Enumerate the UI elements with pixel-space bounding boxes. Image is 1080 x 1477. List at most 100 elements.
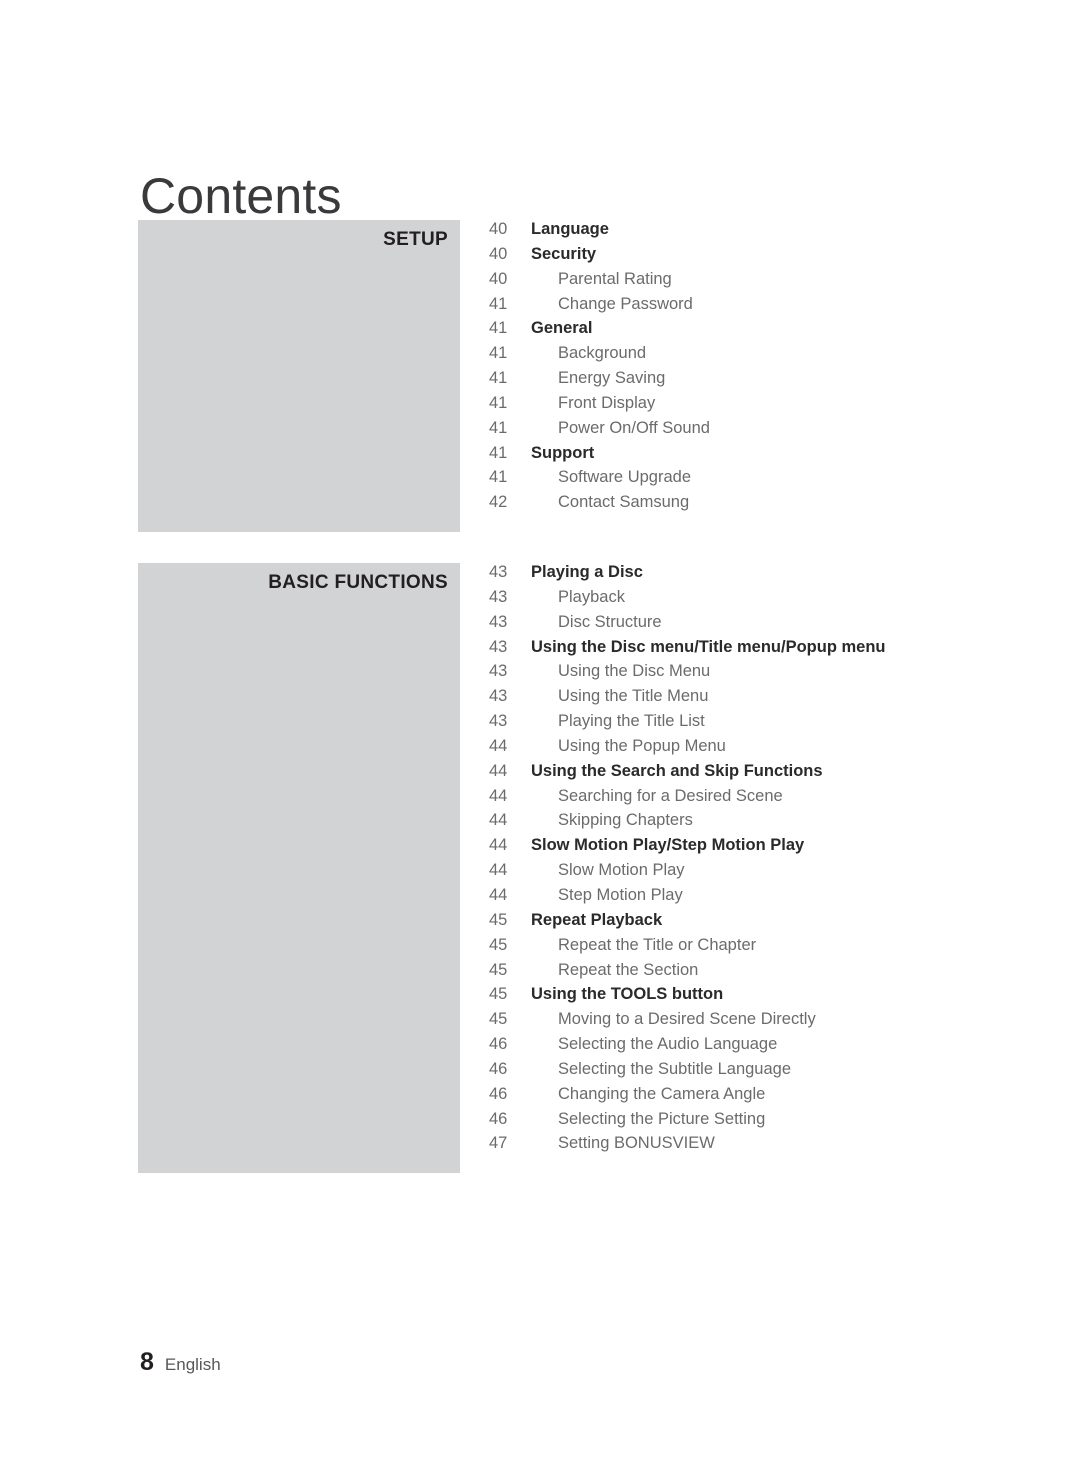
toc-entry-title: Selecting the Picture Setting <box>558 1109 766 1128</box>
toc-entry[interactable]: 46 Changing the Camera Angle <box>489 1085 1079 1110</box>
toc-entry[interactable]: 46 Selecting the Picture Setting <box>489 1110 1079 1135</box>
toc-entry-title: Power On/Off Sound <box>558 418 710 437</box>
footer-language-label: English <box>164 1355 221 1374</box>
toc-entry-page-number: 41 <box>489 294 508 313</box>
toc-entry-title: Using the Title Menu <box>558 687 709 706</box>
toc-entry-title: Setting BONUSVIEW <box>558 1134 715 1153</box>
toc-entry[interactable]: 44 Using the Search and Skip Functions <box>489 762 1079 787</box>
toc-entry-page-number: 43 <box>489 662 508 681</box>
toc-entry-page-number: 40 <box>489 244 508 263</box>
toc-entry-page-number: 41 <box>489 344 508 363</box>
toc-entry[interactable]: 47 Setting BONUSVIEW <box>489 1134 1079 1159</box>
toc-entry[interactable]: 40 Language <box>489 220 1079 245</box>
toc-entry[interactable]: 44 Slow Motion Play/Step Motion Play <box>489 836 1079 861</box>
toc-entry-title: General <box>531 319 593 338</box>
toc-entry-page-number: 43 <box>489 687 508 706</box>
toc-entry-title: Moving to a Desired Scene Directly <box>558 1010 816 1029</box>
toc-entry-title: Using the Popup Menu <box>558 736 726 755</box>
toc-entry[interactable]: 41 Support <box>489 444 1079 469</box>
toc-entry[interactable]: 41 Power On/Off Sound <box>489 419 1079 444</box>
toc-entry-title: Repeat the Section <box>558 960 699 979</box>
toc-entry[interactable]: 40 Security <box>489 245 1079 270</box>
toc-entry-title: Using the Disc Menu <box>558 662 711 681</box>
toc-section: BASIC FUNCTIONS 43 Playing a Disc 43 Playbac… <box>138 563 1080 1173</box>
toc-entry-page-number: 44 <box>489 736 508 755</box>
toc-entry-list: 40 Language 40 Security 40 Parental Rating 41 C… <box>489 220 1079 518</box>
toc-entry-page-number: 46 <box>489 1059 508 1078</box>
toc-entry-title: Change Password <box>558 294 693 313</box>
toc-entry[interactable]: 46 Selecting the Subtitle Language <box>489 1060 1079 1085</box>
toc-entry-title: Skipping Chapters <box>558 811 693 830</box>
toc-entry-title: Language <box>531 220 609 238</box>
toc-entry[interactable]: 40 Parental Rating <box>489 270 1079 295</box>
toc-section-band: BASIC FUNCTIONS <box>138 563 460 1173</box>
toc-entry[interactable]: 44 Step Motion Play <box>489 886 1079 911</box>
toc-entry-list: 43 Playing a Disc 43 Playback 43 Disc Structu… <box>489 563 1079 1159</box>
toc-entry-title: Software Upgrade <box>558 468 691 487</box>
toc-entry-page-number: 41 <box>489 393 508 412</box>
toc-entry-title: Playing the Title List <box>558 712 705 731</box>
toc-entry[interactable]: 44 Slow Motion Play <box>489 861 1079 886</box>
toc-entry[interactable]: 41 Front Display <box>489 394 1079 419</box>
toc-entry[interactable]: 45 Using the TOOLS button <box>489 985 1079 1010</box>
toc-entry-page-number: 47 <box>489 1134 508 1153</box>
toc-entry[interactable]: 41 Change Password <box>489 295 1079 320</box>
toc-entry[interactable]: 43 Using the Disc menu/Title menu/Popup m… <box>489 638 1079 663</box>
toc-entry[interactable]: 41 Energy Saving <box>489 369 1079 394</box>
toc-entry-title: Searching for a Desired Scene <box>558 786 783 805</box>
toc-entry-title: Contact Samsung <box>558 493 690 512</box>
toc-entry[interactable]: 45 Repeat Playback <box>489 911 1079 936</box>
toc-entry-title: Changing the Camera Angle <box>558 1084 766 1103</box>
toc-entry[interactable]: 45 Moving to a Desired Scene Directly <box>489 1010 1079 1035</box>
toc-entry-page-number: 43 <box>489 563 508 581</box>
toc-section: SETUP 40 Language 40 Security 40 Parental Rati… <box>138 220 1080 532</box>
toc-entry-title: Using the Disc menu/Title menu/Popup men… <box>531 637 886 656</box>
toc-entry-page-number: 45 <box>489 910 508 929</box>
toc-entry[interactable]: 42 Contact Samsung <box>489 493 1079 518</box>
toc-entry[interactable]: 41 General <box>489 319 1079 344</box>
toc-entry[interactable]: 45 Repeat the Title or Chapter <box>489 936 1079 961</box>
toc-entry-title: Front Display <box>558 393 656 412</box>
toc-entry-page-number: 45 <box>489 1010 508 1029</box>
toc-entry-title: Playback <box>558 587 625 606</box>
toc-entry-title: Using the TOOLS button <box>531 985 724 1004</box>
toc-entry-title: Playing a Disc <box>531 563 643 581</box>
toc-entry-page-number: 41 <box>489 418 508 437</box>
toc-entry[interactable]: 45 Repeat the Section <box>489 961 1079 986</box>
toc-entry-page-number: 46 <box>489 1084 508 1103</box>
toc-entry[interactable]: 43 Playback <box>489 588 1079 613</box>
toc-entry-page-number: 45 <box>489 935 508 954</box>
toc-entry[interactable]: 46 Selecting the Audio Language <box>489 1035 1079 1060</box>
toc-entry[interactable]: 43 Disc Structure <box>489 613 1079 638</box>
toc-entry-page-number: 41 <box>489 369 508 388</box>
toc-entry-page-number: 42 <box>489 493 508 512</box>
toc-entry-page-number: 46 <box>489 1035 508 1054</box>
toc-entry[interactable]: 44 Using the Popup Menu <box>489 737 1079 762</box>
toc-entry-page-number: 44 <box>489 836 508 855</box>
toc-section-label: SETUP <box>383 229 448 250</box>
toc-entry[interactable]: 43 Using the Title Menu <box>489 687 1079 712</box>
toc-section-band: SETUP <box>138 220 460 532</box>
toc-entry-title: Parental Rating <box>558 269 672 288</box>
toc-entry-page-number: 44 <box>489 786 508 805</box>
toc-entry-title: Slow Motion Play/Step Motion Play <box>531 836 805 855</box>
toc-entry-title: Slow Motion Play <box>558 861 685 880</box>
toc-entry[interactable]: 43 Using the Disc Menu <box>489 662 1079 687</box>
toc-entry[interactable]: 43 Playing a Disc <box>489 563 1079 588</box>
page-footer: 8 English <box>140 1350 221 1375</box>
toc-entry-title: Using the Search and Skip Functions <box>531 761 823 780</box>
toc-entry-title: Repeat Playback <box>531 910 663 929</box>
toc-section-label: BASIC FUNCTIONS <box>268 572 448 593</box>
toc-entry-page-number: 41 <box>489 319 508 338</box>
toc-entry-page-number: 46 <box>489 1109 508 1128</box>
toc-entry-page-number: 44 <box>489 885 508 904</box>
toc-entry-page-number: 44 <box>489 861 508 880</box>
toc-entry[interactable]: 44 Skipping Chapters <box>489 811 1079 836</box>
toc-entry[interactable]: 43 Playing the Title List <box>489 712 1079 737</box>
toc-entry[interactable]: 44 Searching for a Desired Scene <box>489 787 1079 812</box>
toc-entry[interactable]: 41 Background <box>489 344 1079 369</box>
toc-entry-page-number: 45 <box>489 985 508 1004</box>
toc-entry[interactable]: 41 Software Upgrade <box>489 468 1079 493</box>
toc-entry-page-number: 45 <box>489 960 508 979</box>
toc-entry-page-number: 43 <box>489 587 508 606</box>
